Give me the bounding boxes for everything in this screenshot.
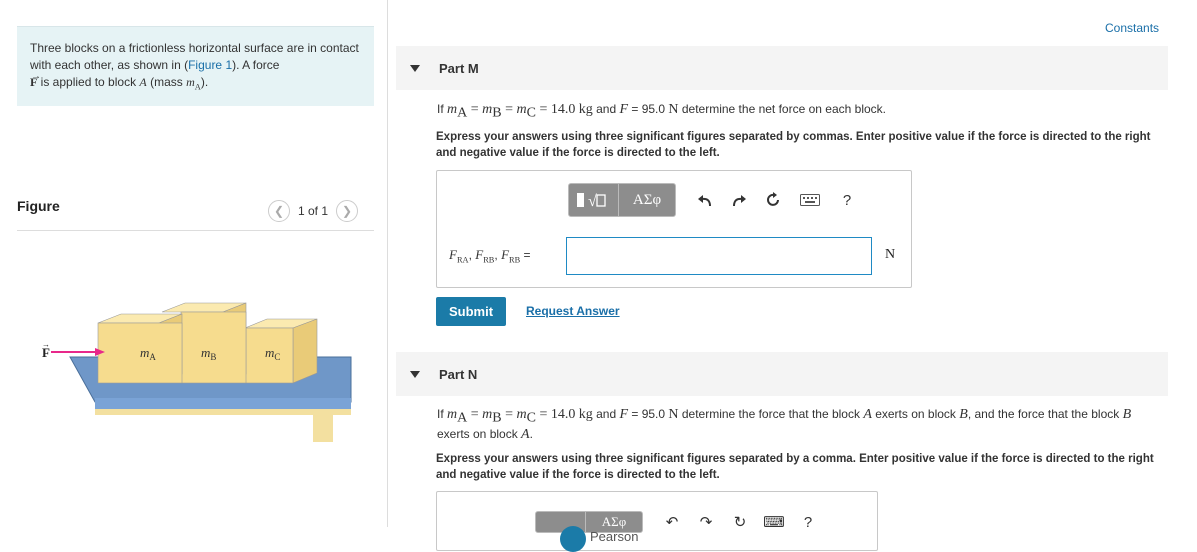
- force-label-arrow: →: [42, 340, 50, 349]
- part-n-instructions: Express your answers using three signifi…: [436, 453, 1154, 481]
- help-button[interactable]: ?: [830, 183, 864, 217]
- table-leg: [313, 414, 333, 442]
- constants-link[interactable]: Constants: [1105, 21, 1159, 35]
- part-title: Part M: [439, 60, 479, 76]
- pearson-brand: Pearson: [590, 529, 639, 544]
- math-template-icon[interactable]: √: [569, 184, 619, 216]
- caret-down-icon[interactable]: [410, 370, 420, 378]
- answer-input[interactable]: [566, 237, 872, 275]
- part-n-header[interactable]: Part N: [396, 352, 1168, 396]
- divider: [17, 230, 374, 231]
- keyboard-icon[interactable]: ⌨: [757, 511, 791, 533]
- block-b-front: [180, 311, 247, 384]
- part-title: Part N: [439, 366, 478, 382]
- chevron-left-icon[interactable]: ❮: [268, 200, 290, 222]
- block-symbol: A: [139, 75, 147, 89]
- part-m-header[interactable]: Part M: [396, 46, 1168, 90]
- redo-icon[interactable]: [722, 183, 756, 217]
- problem-statement: Three blocks on a frictionless horizonta…: [17, 26, 374, 106]
- part-m-instructions: Express your answers using three signifi…: [436, 131, 1151, 159]
- reset-icon[interactable]: [756, 183, 790, 217]
- table-rim: [95, 409, 351, 415]
- reset-icon[interactable]: ↻: [723, 511, 757, 533]
- request-answer-link[interactable]: Request Answer: [526, 304, 620, 318]
- caret-down-icon[interactable]: [410, 64, 420, 72]
- help-button[interactable]: ?: [791, 511, 825, 533]
- column-divider: [387, 0, 388, 527]
- problem-text: ). A force: [232, 58, 280, 72]
- redo-icon[interactable]: ↷: [689, 511, 723, 533]
- answer-box: ΑΣφ ↶ ↷ ↻ ⌨ ?: [436, 491, 878, 551]
- keyboard-icon[interactable]: [790, 183, 830, 217]
- part-n-question: If mA = mB = mC = 14.0 kg and F = 95.0 N…: [437, 407, 1132, 443]
- pearson-logo: [560, 526, 586, 552]
- problem-text: is applied to block: [37, 75, 140, 89]
- figure-image: F → mA mB mC: [42, 302, 352, 442]
- block-c-side: [292, 318, 318, 384]
- submit-button[interactable]: Submit: [436, 297, 506, 326]
- svg-text:√: √: [588, 193, 597, 210]
- toolbar-button-group: √ ΑΣφ: [568, 183, 676, 217]
- part-m-question: If mA = mB = mC = 14.0 kg and F = 95.0 N…: [437, 102, 886, 121]
- chevron-right-icon[interactable]: ❯: [336, 200, 359, 222]
- undo-icon[interactable]: [688, 183, 722, 217]
- problem-text: (mass: [146, 75, 187, 89]
- figure-pager: ❮ 1 of 1 ❯: [268, 199, 359, 223]
- undo-icon[interactable]: ↶: [655, 511, 689, 533]
- pager-text: 1 of 1: [298, 204, 329, 218]
- figure-link[interactable]: Figure 1: [188, 58, 232, 72]
- mass-symbol: m: [186, 75, 195, 89]
- math-toolbar: √ ΑΣφ ?: [568, 183, 864, 217]
- answer-label: FRA, FRB, FRB =: [449, 247, 531, 265]
- greek-symbols-button[interactable]: ΑΣφ: [619, 184, 675, 216]
- figure-title: Figure: [17, 198, 60, 214]
- unit-label: N: [885, 247, 896, 262]
- force-vector-symbol: F →: [30, 71, 41, 89]
- problem-text: ).: [200, 75, 209, 89]
- answer-box: √ ΑΣφ ? FRA, FRB, FRB = N: [436, 170, 912, 288]
